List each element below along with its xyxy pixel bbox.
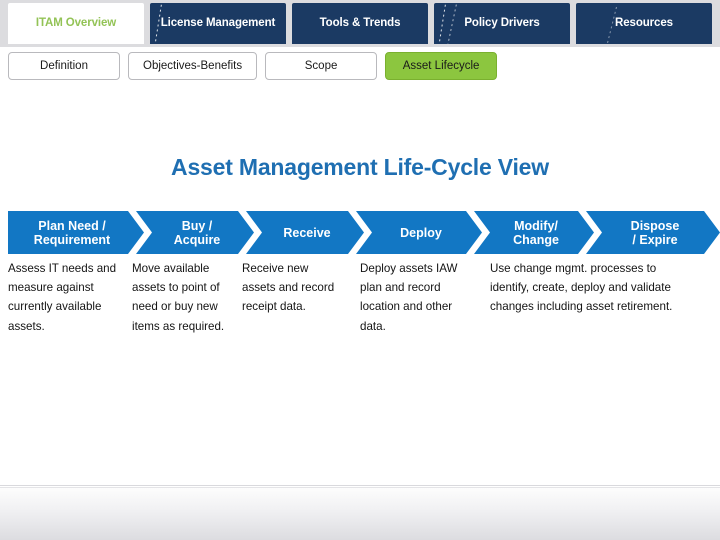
lifecycle-stage-dispose-expire[interactable]: Dispose / Expire bbox=[586, 211, 720, 254]
stage-description-modify-change: Use change mgmt. processes to identify, … bbox=[490, 262, 673, 314]
nav-tab-label: License Management bbox=[160, 17, 276, 30]
stage-description-plan-need: Assess IT needs and measure against curr… bbox=[8, 262, 117, 333]
page-title: Asset Management Life-Cycle View bbox=[171, 154, 549, 180]
lifecycle-stage-modify-change[interactable]: Modify/ Change bbox=[474, 211, 594, 254]
footer-divider bbox=[0, 485, 720, 486]
subtab-scope[interactable]: Scope bbox=[265, 52, 378, 80]
nav-tab-label: Resources bbox=[615, 17, 673, 30]
lifecycle-chevron-row: Plan Need / Requirement Buy / Acquire Re… bbox=[8, 211, 720, 254]
stage-description-buy-acquire: Move available assets to point of need o… bbox=[132, 262, 225, 333]
nav-tab-label: Tools & Trends bbox=[319, 17, 401, 30]
stage-label: Buy / Acquire bbox=[173, 218, 221, 247]
diagonal-decor-line bbox=[443, 3, 461, 44]
lifecycle-description-row: Assess IT needs and measure against curr… bbox=[8, 259, 720, 369]
stage-label: Modify/ Change bbox=[513, 218, 559, 247]
nav-tab-itam-overview[interactable]: ITAM Overview bbox=[8, 3, 144, 44]
subtab-definition[interactable]: Definition bbox=[8, 52, 120, 80]
nav-tab-policy-drivers[interactable]: Policy Drivers bbox=[434, 3, 570, 44]
subtab-label: Definition bbox=[40, 60, 88, 72]
subtab-label: Scope bbox=[304, 60, 338, 72]
stage-label: Receive bbox=[283, 225, 331, 240]
stage-label: Deploy bbox=[400, 225, 442, 240]
subtab-objectives-benefits[interactable]: Objectives-Benefits bbox=[128, 52, 258, 80]
stage-label: Plan Need / Requirement bbox=[33, 218, 111, 247]
lifecycle-stage-buy-acquire[interactable]: Buy / Acquire bbox=[136, 211, 254, 254]
stage-description-deploy: Deploy assets IAW plan and record locati… bbox=[360, 262, 458, 333]
top-nav-tabs: ITAM Overview License Management Tools &… bbox=[8, 3, 712, 44]
nav-tab-resources[interactable]: Resources bbox=[576, 3, 712, 44]
subtab-label: Asset Lifecycle bbox=[402, 60, 480, 72]
lifecycle-stage-deploy[interactable]: Deploy bbox=[356, 211, 482, 254]
lifecycle-stage-receive[interactable]: Receive bbox=[246, 211, 364, 254]
subtab-asset-lifecycle[interactable]: Asset Lifecycle bbox=[385, 52, 498, 80]
footer-bar: DoD ESI Your Preferred Source for IT Acq… bbox=[0, 487, 720, 540]
stage-description-receive: Receive new assets and record receipt da… bbox=[242, 262, 335, 314]
nav-tab-label: Policy Drivers bbox=[464, 17, 540, 30]
subtab-label: Objectives-Benefits bbox=[143, 60, 243, 72]
sub-nav-tabs: Definition Objectives-Benefits Scope Ass… bbox=[8, 52, 498, 80]
stage-label: Dispose / Expire bbox=[630, 218, 680, 247]
nav-tab-tools-trends[interactable]: Tools & Trends bbox=[292, 3, 428, 44]
top-nav-band: ITAM Overview License Management Tools &… bbox=[0, 0, 720, 47]
lifecycle-stage-plan-need[interactable]: Plan Need / Requirement bbox=[8, 211, 144, 254]
diagonal-decor-line bbox=[435, 3, 449, 44]
slide-canvas: ITAM Overview License Management Tools &… bbox=[0, 0, 720, 540]
nav-tab-label: ITAM Overview bbox=[35, 17, 117, 30]
nav-tab-license-management[interactable]: License Management bbox=[150, 3, 286, 44]
